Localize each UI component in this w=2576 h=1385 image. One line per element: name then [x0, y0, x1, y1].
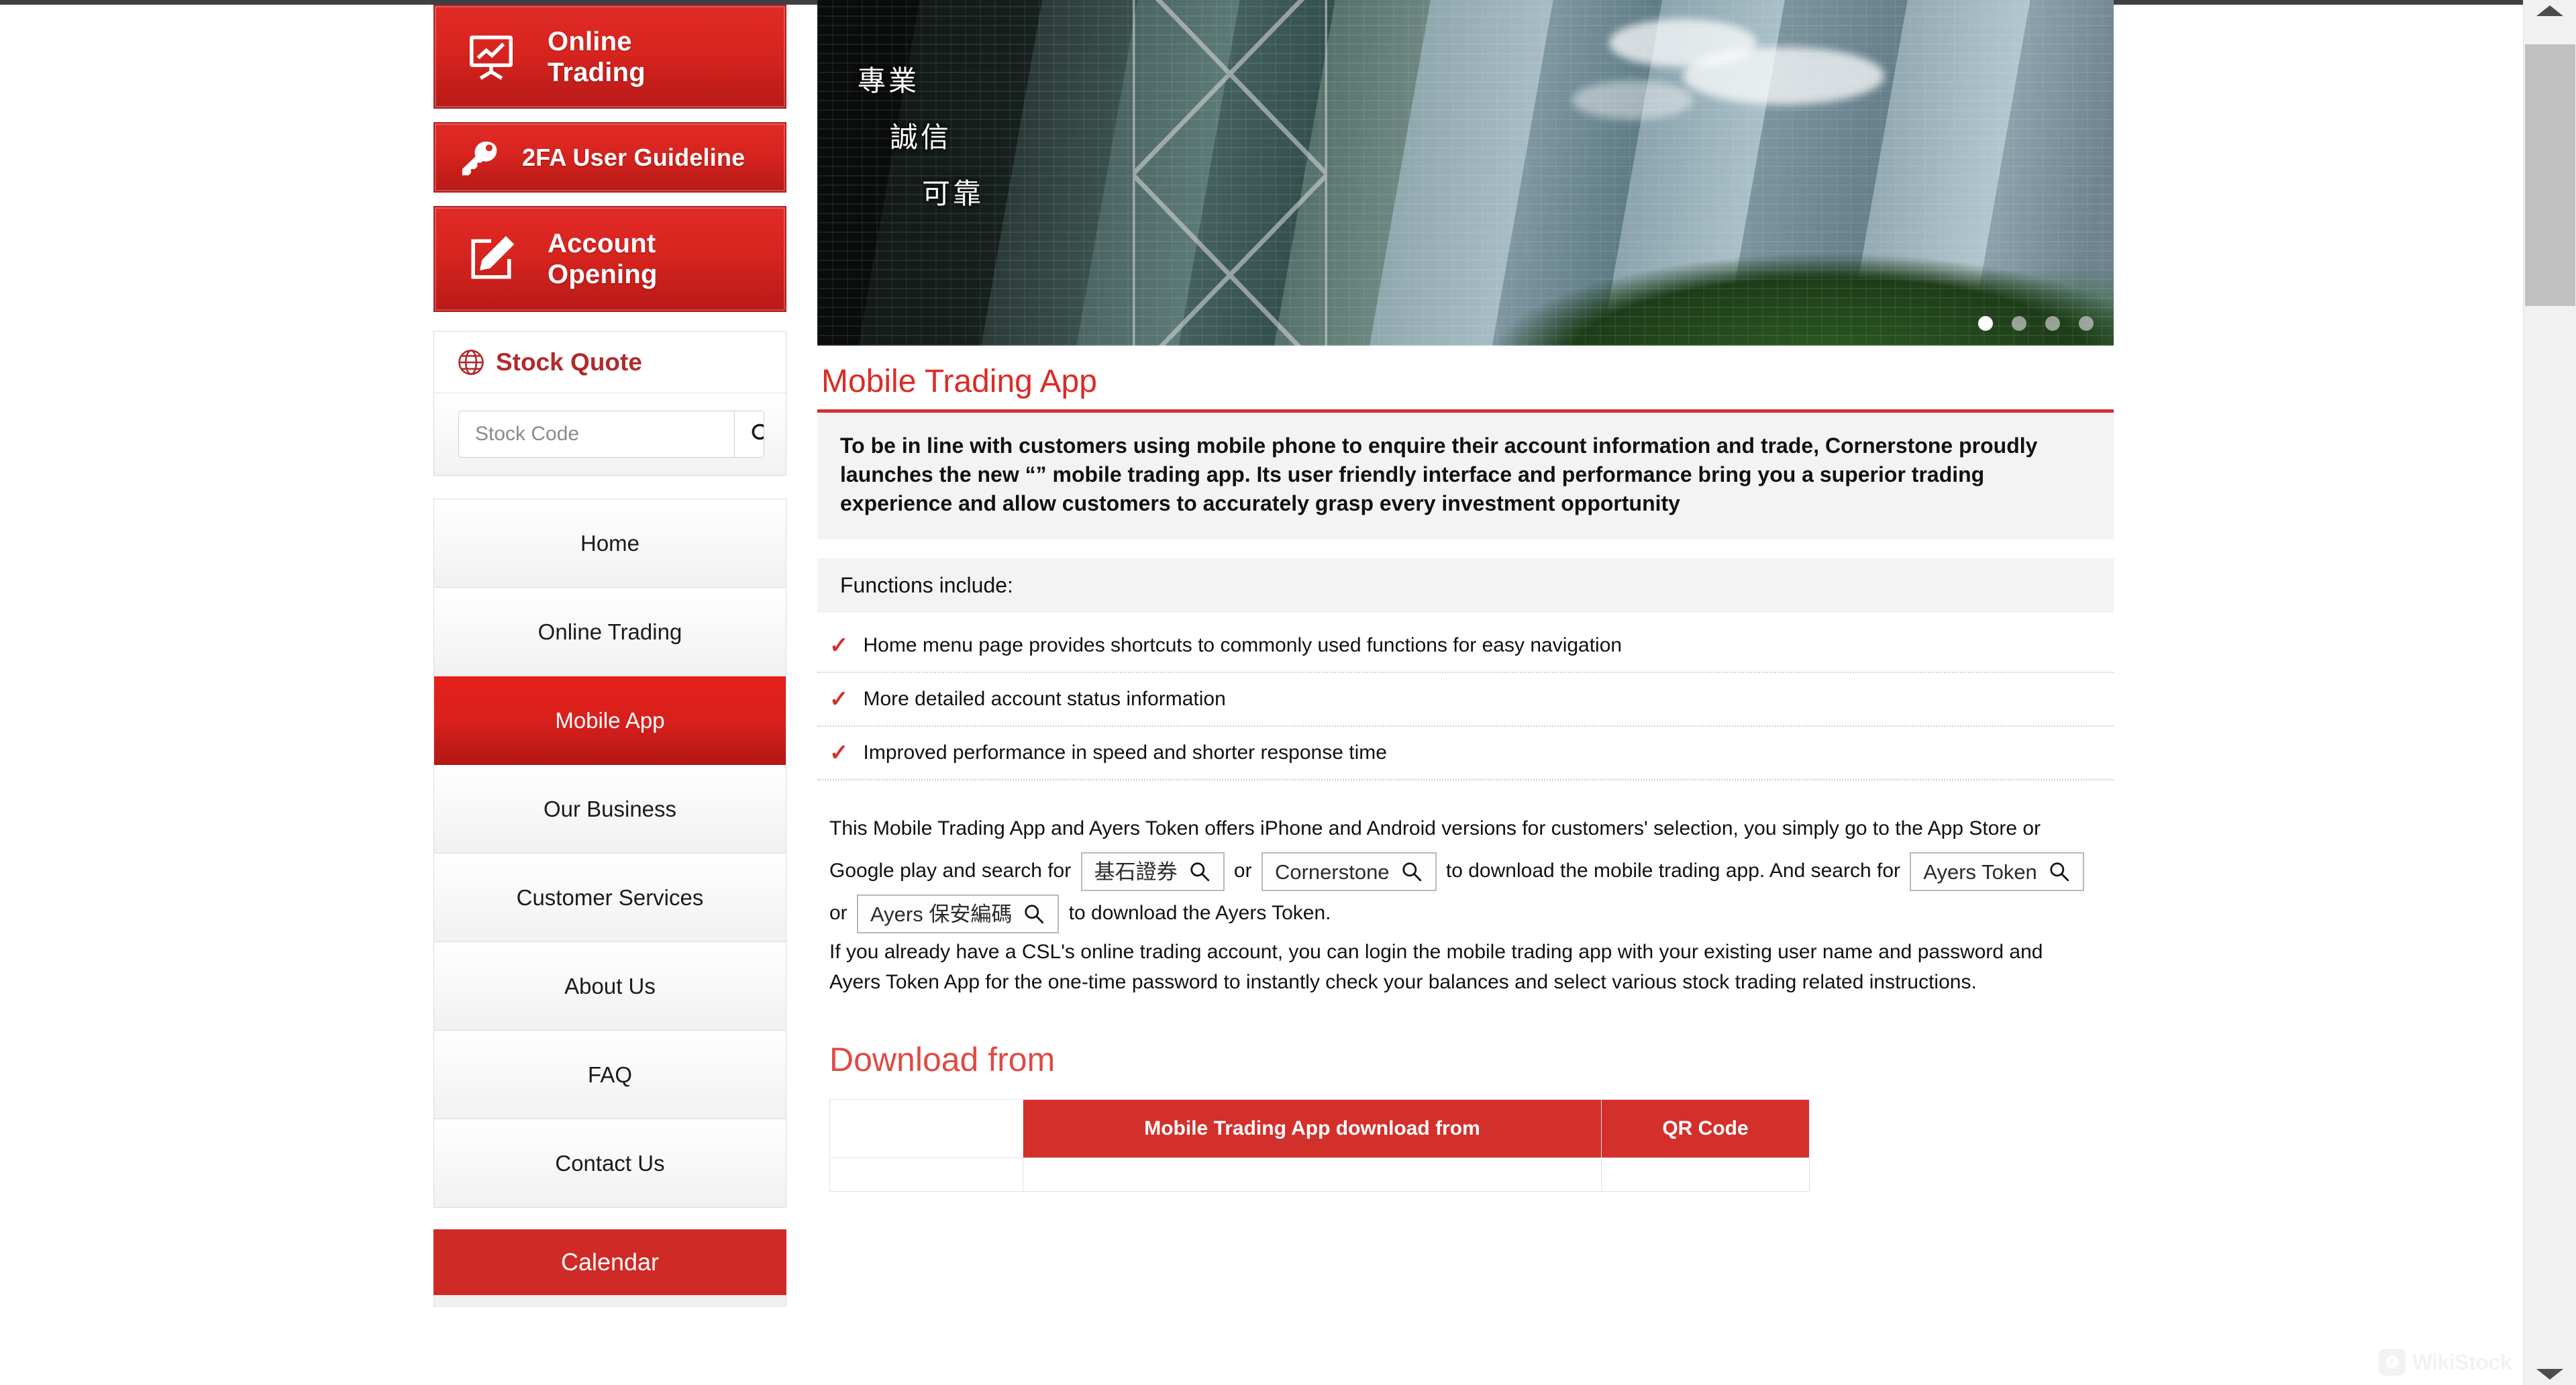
sidebar-item-mobile-app[interactable]: Mobile App [434, 676, 786, 765]
hero-slogan-line-3: 可靠 [922, 178, 984, 209]
promo-account-opening-label: Account Opening [548, 229, 658, 289]
building-x-brace-decoration [1133, 0, 1327, 346]
promo-account-opening-button[interactable]: Account Opening [433, 206, 786, 312]
download-instructions-text-b: to download the mobile trading app. And … [1445, 860, 1900, 882]
sidebar-item-online-trading[interactable]: Online Trading [434, 588, 786, 676]
stock-quote-card: Stock Quote [433, 331, 786, 476]
carousel-dot-2[interactable] [2012, 316, 2026, 331]
functions-heading: Functions include: [817, 558, 2114, 613]
chart-board-icon [435, 31, 548, 83]
body-copy: This Mobile Trading App and Ayers Token … [817, 807, 2114, 997]
promo-2fa-label: 2FA User Guideline [522, 143, 745, 171]
function-list-item-label: More detailed account status information [863, 688, 1226, 711]
function-list-item: ✓ Home menu page provides shortcuts to c… [817, 619, 2114, 674]
table-cell-download-link [1023, 1158, 1602, 1192]
search-icon [1402, 862, 1421, 882]
wikistock-watermark: WikiStock [2378, 1349, 2512, 1376]
scrollbar-up-arrow-icon[interactable] [2536, 5, 2563, 16]
check-icon: ✓ [829, 686, 849, 713]
sidebar-item-faq[interactable]: FAQ [434, 1031, 786, 1119]
table-cell-platform [829, 1158, 1023, 1192]
stock-quote-search-button[interactable] [734, 411, 764, 457]
sidebar-item-contact-us[interactable]: Contact Us [434, 1119, 786, 1208]
promo-online-trading-label: Online Trading [548, 26, 646, 87]
stock-code-input[interactable] [459, 411, 734, 457]
wikistock-watermark-text: WikiStock [2412, 1349, 2512, 1374]
calendar-button[interactable]: Calendar [433, 1229, 786, 1295]
download-instructions-or-1: or [1233, 860, 1252, 882]
hero-slogan-line-2: 誠信 [890, 121, 952, 153]
sidebar-bottom-filler [433, 1295, 786, 1307]
search-pill-label: 基石證券 [1094, 860, 1178, 884]
download-instructions-text-c: to download the Ayers Token. [1068, 902, 1331, 925]
download-from-heading: Download from [829, 1041, 1055, 1079]
download-table: Mobile Trading App download from QR Code [829, 1099, 1810, 1192]
wikistock-logo-icon [2378, 1349, 2406, 1376]
table-cell-qr-image [1601, 1158, 1810, 1192]
function-list-item: ✓ Improved performance in speed and shor… [817, 727, 2114, 781]
globe-icon [457, 348, 485, 376]
stock-quote-header: Stock Quote [434, 331, 786, 393]
table-header-row: Mobile Trading App download from QR Code [829, 1099, 1810, 1159]
functions-list: ✓ Home menu page provides shortcuts to c… [817, 619, 2114, 781]
promo-online-trading-button[interactable]: Online Trading [433, 5, 786, 109]
table-header-qr-code: QR Code [1601, 1099, 1810, 1159]
scrollbar-down-arrow-icon[interactable] [2536, 1369, 2563, 1380]
stock-quote-input-wrap [458, 411, 764, 458]
check-icon: ✓ [829, 633, 849, 659]
stock-quote-title: Stock Quote [496, 348, 642, 376]
key-icon [435, 134, 522, 181]
download-instructions-paragraph: This Mobile Trading App and Ayers Token … [829, 807, 2091, 934]
search-pill-label: Cornerstone [1274, 860, 1390, 884]
search-pill-cornerstone[interactable]: Cornerstone [1261, 852, 1437, 892]
page-root: Online Trading 2FA User Guideline Account… [0, 0, 2576, 1385]
sidebar-item-customer-services[interactable]: Customer Services [434, 854, 786, 942]
intro-paragraph: To be in line with customers using mobil… [817, 412, 2114, 540]
scrollbar-thumb[interactable] [2525, 44, 2575, 306]
page-title: Mobile Trading App [821, 364, 1097, 399]
search-pill-ayers-token[interactable]: Ayers Token [1910, 852, 2084, 892]
edit-document-icon [435, 233, 548, 285]
promo-2fa-guideline-button[interactable]: 2FA User Guideline [433, 122, 786, 193]
main-content: 專業 誠信 可靠 Mobile Trading App To be in lin… [817, 0, 2114, 1192]
table-header-download-from: Mobile Trading App download from [1023, 1099, 1602, 1159]
page-scrollbar[interactable] [2523, 0, 2576, 1385]
search-pill-label: Ayers 保安編碼 [870, 902, 1013, 926]
sidebar: Online Trading 2FA User Guideline Account… [433, 5, 786, 1307]
hero-carousel[interactable]: 專業 誠信 可靠 [817, 0, 2114, 346]
carousel-dot-3[interactable] [2045, 316, 2060, 331]
hero-slogan-line-1: 專業 [858, 65, 920, 97]
download-instructions-or-2: or [829, 902, 847, 925]
search-pill-jishi-zhengquan[interactable]: 基石證券 [1080, 852, 1225, 892]
function-list-item-label: Home menu page provides shortcuts to com… [863, 634, 1622, 657]
hero-slogan: 專業 誠信 可靠 [858, 67, 984, 208]
search-icon [2050, 862, 2069, 882]
search-icon [1025, 905, 1044, 924]
table-row [829, 1158, 1810, 1192]
cloud-decoration [1572, 81, 1693, 119]
check-icon: ✓ [829, 740, 849, 766]
carousel-dots [1978, 316, 2094, 331]
table-header-blank [829, 1099, 1023, 1159]
sidebar-nav: Home Online Trading Mobile App Our Busin… [433, 499, 786, 1208]
search-pill-label: Ayers Token [1923, 860, 2037, 884]
carousel-dot-4[interactable] [2079, 316, 2094, 331]
carousel-dot-1[interactable] [1978, 316, 1993, 331]
sidebar-item-about-us[interactable]: About Us [434, 942, 786, 1031]
cloud-decoration [1683, 47, 1884, 105]
search-pill-ayers-security-code[interactable]: Ayers 保安編碼 [857, 894, 1060, 934]
function-list-item-label: Improved performance in speed and shorte… [863, 741, 1387, 764]
search-icon [1190, 862, 1209, 882]
sidebar-item-our-business[interactable]: Our Business [434, 765, 786, 854]
stock-quote-body [434, 393, 786, 475]
function-list-item: ✓ More detailed account status informati… [817, 673, 2114, 727]
sidebar-item-home[interactable]: Home [434, 499, 786, 588]
login-instructions-paragraph: If you already have a CSL's online tradi… [829, 941, 2043, 994]
hero-photo-hongkong-skyline [817, 0, 2114, 346]
